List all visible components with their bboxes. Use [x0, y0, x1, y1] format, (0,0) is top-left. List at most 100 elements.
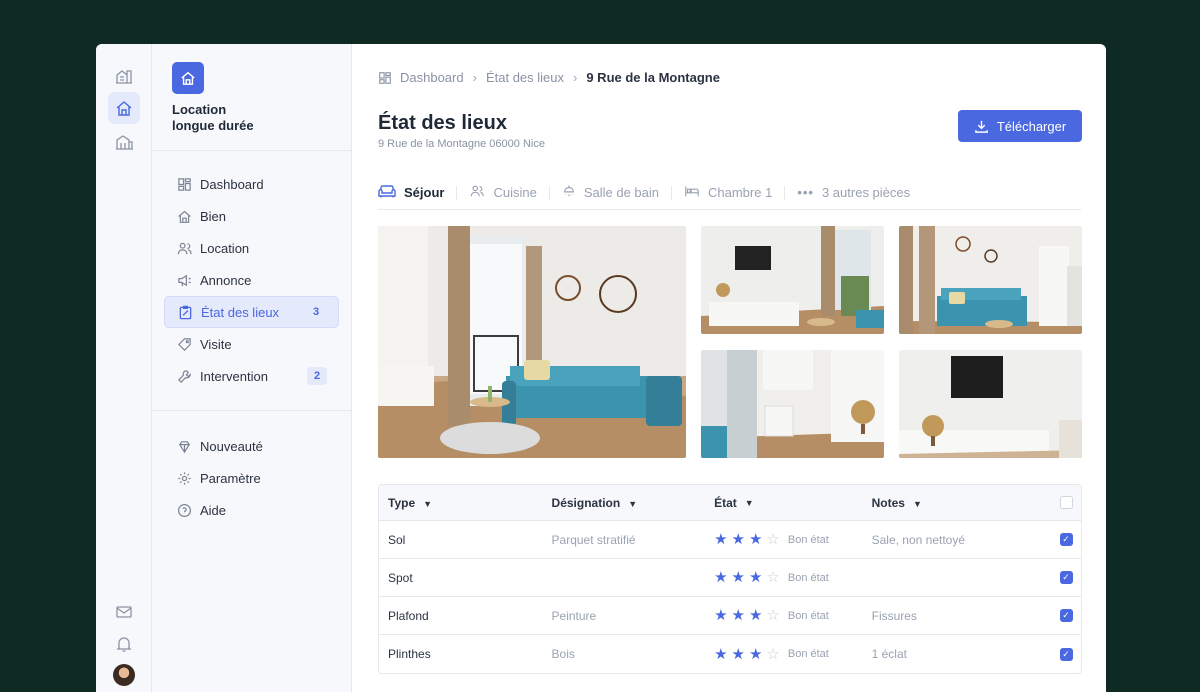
room-photo-2[interactable]: [701, 226, 884, 334]
home-icon[interactable]: [108, 92, 140, 124]
nav-item-dashboard[interactable]: Dashboard: [164, 168, 339, 200]
room-photo-5[interactable]: [899, 350, 1082, 458]
caret-down-icon: ▼: [912, 498, 922, 509]
caret-down-icon: ▼: [423, 498, 433, 509]
nav-item-annonce[interactable]: Annonce: [164, 264, 339, 296]
table-row[interactable]: Spot ★ ★ ★ ☆ Bon état ✓: [379, 559, 1081, 597]
caret-down-icon: ▼: [628, 498, 638, 509]
nav-label: Intervention: [200, 368, 268, 384]
column-label: Désignation: [551, 495, 621, 510]
nav-item-intervention[interactable]: Intervention 2: [164, 360, 339, 392]
column-header-type[interactable]: Type ▼: [379, 496, 552, 510]
star-rating[interactable]: ★ ★ ★ ☆: [714, 608, 780, 623]
nav-item-parametre[interactable]: Paramètre: [164, 462, 339, 494]
page-title: État des lieux: [378, 112, 507, 134]
help-icon: [176, 502, 192, 518]
tab-cuisine[interactable]: Cuisine: [469, 185, 550, 200]
cell-type: Spot: [388, 570, 413, 585]
tab-salle-de-bain[interactable]: Salle de bain: [562, 184, 672, 201]
row-checkbox[interactable]: ✓: [1059, 647, 1073, 661]
breadcrumb-item[interactable]: État des lieux: [486, 70, 564, 85]
nav-main: Dashboard Bien Location Annonce État des…: [164, 168, 339, 392]
shower-icon: [562, 184, 576, 201]
table-header: Type ▼ Désignation ▼ État ▼ Notes ▼: [379, 485, 1081, 521]
column-header-notes[interactable]: Notes ▼: [872, 496, 1051, 510]
divider: [152, 410, 351, 411]
nav-label: Nouveauté: [200, 438, 263, 454]
chevron-right-icon: ›: [573, 70, 578, 85]
more-icon: •••: [797, 184, 814, 200]
cell-notes: Fissures: [871, 608, 917, 623]
page-address: 9 Rue de la Montagne 06000 Nice: [378, 138, 545, 150]
column-header-etat[interactable]: État ▼: [714, 496, 872, 510]
avatar[interactable]: [113, 664, 135, 686]
gear-icon: [176, 470, 192, 486]
star-rating[interactable]: ★ ★ ★ ☆: [714, 647, 780, 662]
star-icon: ☆: [766, 569, 780, 586]
cell-notes: Sale, non nettoyé: [871, 532, 966, 547]
divider: [152, 150, 351, 151]
building-icon[interactable]: [108, 60, 140, 92]
tab-sejour[interactable]: Séjour: [378, 184, 458, 201]
state-label: Bon état: [787, 571, 829, 584]
state-label: Bon état: [787, 609, 829, 622]
brand-logo-icon: [172, 62, 204, 94]
breadcrumb-current: 9 Rue de la Montagne: [586, 70, 720, 85]
nav-item-nouveaute[interactable]: Nouveauté: [164, 430, 339, 462]
nav-item-visite[interactable]: Visite: [164, 328, 339, 360]
wrench-icon: [176, 368, 192, 384]
cell-etat: ★ ★ ★ ☆ Bon état: [714, 532, 872, 547]
dashboard-icon: [176, 176, 192, 192]
nav-item-location[interactable]: Location: [164, 232, 339, 264]
cell-etat: ★ ★ ★ ☆ Bon état: [714, 570, 872, 585]
nav-item-aide[interactable]: Aide: [164, 494, 339, 526]
tab-autres-pieces[interactable]: ••• 3 autres pièces: [797, 184, 922, 200]
nav-item-etat-des-lieux[interactable]: État des lieux 3: [164, 296, 339, 328]
nav-label: Visite: [200, 336, 232, 352]
tab-label: 3 autres pièces: [821, 184, 911, 200]
star-rating[interactable]: ★ ★ ★ ☆: [714, 532, 780, 547]
row-checkbox[interactable]: ✓: [1059, 571, 1073, 584]
column-header-designation[interactable]: Désignation ▼: [552, 496, 715, 510]
breadcrumb-item[interactable]: Dashboard: [400, 70, 464, 85]
star-icon: ★: [714, 531, 728, 548]
chevron-right-icon: ›: [472, 70, 477, 85]
table-row[interactable]: Plinthes Bois ★ ★ ★ ☆ Bon état 1 éclat ✓: [379, 635, 1081, 673]
clipboard-icon: [177, 304, 193, 320]
star-icon: ★: [731, 531, 745, 548]
cell-type: Sol: [388, 532, 406, 547]
select-all-checkbox[interactable]: [1059, 496, 1073, 509]
main-content: Dashboard › État des lieux › 9 Rue de la…: [352, 44, 1106, 692]
apartment-icon[interactable]: [108, 126, 140, 158]
room-tabs: Séjour Cuisine Salle de bain Chambre 1 •…: [378, 176, 1081, 210]
room-photo-4[interactable]: [701, 350, 884, 458]
star-rating[interactable]: ★ ★ ★ ☆: [714, 570, 780, 585]
download-button[interactable]: Télécharger: [958, 110, 1082, 142]
row-checkbox[interactable]: ✓: [1059, 533, 1073, 546]
star-icon: ★: [731, 569, 745, 586]
mail-icon[interactable]: [108, 596, 140, 628]
cell-etat: ★ ★ ★ ☆ Bon état: [714, 608, 872, 623]
nav-secondary: Nouveauté Paramètre Aide: [164, 430, 339, 526]
cell-type: Plafond: [388, 608, 429, 623]
table-row[interactable]: Plafond Peinture ★ ★ ★ ☆ Bon état Fissures ✓: [379, 597, 1081, 635]
nav-item-bien[interactable]: Bien: [164, 200, 339, 232]
cell-etat: ★ ★ ★ ☆ Bon état: [714, 647, 872, 662]
tab-chambre-1[interactable]: Chambre 1: [684, 185, 786, 200]
room-photo-main[interactable]: [378, 226, 686, 458]
star-icon: ★: [731, 607, 745, 624]
download-icon: [974, 120, 988, 133]
sofa-icon: [378, 184, 396, 201]
icon-rail: [96, 44, 152, 692]
download-label: Télécharger: [996, 118, 1067, 134]
column-label: Notes: [871, 495, 905, 510]
dashboard-icon: [378, 71, 392, 85]
users-icon: [176, 240, 192, 256]
room-photo-3[interactable]: [899, 226, 1082, 334]
star-icon: ★: [714, 607, 728, 624]
table-row[interactable]: Sol Parquet stratifié ★ ★ ★ ☆ Bon état Sale,…: [379, 521, 1081, 559]
star-icon: ☆: [766, 645, 780, 663]
row-checkbox[interactable]: ✓: [1059, 609, 1073, 622]
bell-icon[interactable]: [108, 628, 140, 660]
star-icon: ☆: [766, 607, 780, 624]
